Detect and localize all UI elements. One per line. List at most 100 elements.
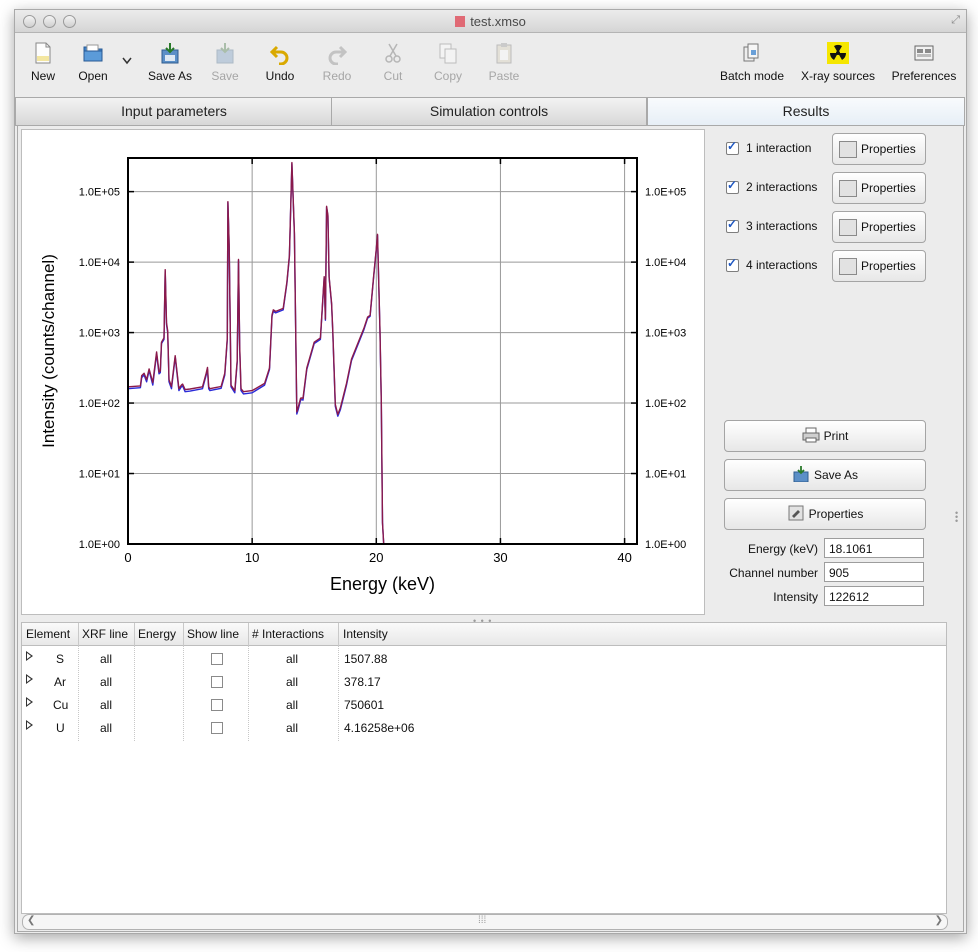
- open-recent-dropdown[interactable]: [121, 53, 133, 68]
- show-line-checkbox[interactable]: [211, 699, 223, 711]
- properties-label: Properties: [861, 259, 916, 273]
- properties-icon: [788, 505, 804, 521]
- energy-label: Energy (keV): [747, 542, 818, 556]
- open-button[interactable]: Open: [75, 41, 111, 83]
- open-label: Open: [78, 69, 108, 83]
- document-icon: [455, 16, 466, 27]
- show-line-checkbox[interactable]: [211, 653, 223, 665]
- expand-triangle-icon[interactable]: [26, 651, 33, 661]
- interaction-1-properties-button[interactable]: Properties: [832, 133, 926, 165]
- y-tick-label-left: 1.0E+01: [79, 469, 120, 481]
- xrf-line-cell: all: [100, 698, 113, 712]
- new-label: New: [30, 69, 55, 83]
- xray-sources-label: X-ray sources: [800, 69, 876, 83]
- window-title-text: test.xmso: [470, 14, 526, 29]
- batch-mode-label: Batch mode: [719, 69, 785, 83]
- y-tick-label-right: 1.0E+05: [645, 187, 686, 199]
- expand-triangle-icon[interactable]: [26, 720, 33, 730]
- results-content: 0 10 20 30 40 1.0E+00 1.0E+00 1.0E+01 1.0E+01 1.0…: [17, 125, 964, 932]
- x-tick-label: 20: [369, 550, 383, 565]
- copy-button[interactable]: Copy: [431, 41, 465, 83]
- properties-icon: [839, 141, 857, 158]
- energy-field[interactable]: 18.1061: [824, 538, 924, 558]
- paste-label: Paste: [488, 69, 520, 83]
- interaction-2-properties-button[interactable]: Properties: [832, 172, 926, 204]
- scrollbar-grip[interactable]: ⁞⁞⁞: [478, 915, 486, 926]
- col-show-line-header[interactable]: Show line: [187, 627, 239, 641]
- xrf-line-cell: all: [100, 652, 113, 666]
- scroll-left-arrow-icon[interactable]: ❮: [27, 915, 35, 926]
- redo-icon: [328, 45, 348, 65]
- col-interactions-header[interactable]: # Interactions: [252, 627, 324, 641]
- side-splitter-handle[interactable]: • • •: [955, 509, 958, 526]
- new-document-icon: [35, 42, 51, 64]
- interaction-1-checkbox[interactable]: [726, 139, 739, 155]
- cut-button[interactable]: Cut: [379, 41, 407, 83]
- col-intensity-header[interactable]: Intensity: [343, 627, 388, 641]
- batch-files-icon: [743, 43, 759, 62]
- expand-triangle-icon[interactable]: [26, 674, 33, 684]
- spectrum-chart[interactable]: 0 10 20 30 40 1.0E+00 1.0E+00 1.0E+01 1.0E+01 1.0…: [22, 130, 704, 614]
- save-as-icon: [161, 43, 179, 64]
- xrf-line-cell: all: [100, 721, 113, 735]
- properties-icon: [839, 219, 857, 236]
- col-energy-header[interactable]: Energy: [138, 627, 176, 641]
- plot-properties-button[interactable]: Properties: [724, 498, 926, 530]
- tab-input-parameters[interactable]: Input parameters: [15, 97, 333, 126]
- batch-mode-button[interactable]: Batch mode: [717, 41, 787, 83]
- interaction-4-checkbox[interactable]: [726, 256, 739, 272]
- y-tick-label-left: 1.0E+00: [79, 539, 120, 551]
- intensity-cell: 378.17: [344, 675, 381, 689]
- tab-results[interactable]: Results: [647, 97, 965, 126]
- preferences-label: Preferences: [891, 69, 957, 83]
- save-label: Save: [211, 69, 239, 83]
- new-button[interactable]: New: [29, 41, 57, 83]
- y-tick-label-left: 1.0E+03: [79, 328, 120, 340]
- channel-number-label: Channel number: [729, 566, 818, 580]
- col-element-header[interactable]: Element: [26, 627, 70, 641]
- save-as-button[interactable]: Save As: [145, 41, 195, 83]
- interaction-4-label: 4 interactions: [746, 258, 818, 272]
- undo-button[interactable]: Undo: [263, 41, 297, 83]
- save-as-results-button[interactable]: Save As: [724, 459, 926, 491]
- preferences-button[interactable]: Preferences: [889, 41, 959, 83]
- interaction-3-properties-button[interactable]: Properties: [832, 211, 926, 243]
- horizontal-scrollbar[interactable]: ❮ ⁞⁞⁞ ❯: [22, 914, 948, 930]
- element-cell: Cu: [53, 698, 69, 712]
- interaction-3-checkbox[interactable]: [726, 217, 739, 233]
- tab-simulation-controls[interactable]: Simulation controls: [331, 97, 647, 126]
- intensity-field[interactable]: 122612: [824, 586, 924, 606]
- print-button[interactable]: Print: [724, 420, 926, 452]
- y-tick-label-right: 1.0E+02: [645, 398, 686, 410]
- table-row[interactable]: S all all 1507.88: [22, 647, 946, 670]
- table-row[interactable]: Ar all all 378.17: [22, 670, 946, 693]
- interaction-2-checkbox[interactable]: [726, 178, 739, 194]
- preferences-icon: [914, 45, 934, 61]
- copy-label: Copy: [433, 69, 462, 83]
- spectrum-plot[interactable]: 0 10 20 30 40 1.0E+00 1.0E+00 1.0E+01 1.0E+01 1.0…: [21, 129, 705, 615]
- undo-label: Undo: [265, 69, 295, 83]
- tab-label: Input parameters: [121, 103, 227, 119]
- element-cell: U: [56, 721, 65, 735]
- cut-label: Cut: [383, 69, 403, 83]
- column-separator: [183, 623, 184, 645]
- paste-button[interactable]: Paste: [487, 41, 521, 83]
- xray-sources-button[interactable]: X-ray sources: [795, 41, 881, 83]
- x-axis-label: Energy (keV): [330, 574, 435, 594]
- col-xrf-line-header[interactable]: XRF line: [82, 627, 128, 641]
- properties-label: Properties: [861, 142, 916, 156]
- scroll-right-arrow-icon[interactable]: ❯: [935, 915, 943, 926]
- show-line-checkbox[interactable]: [211, 722, 223, 734]
- tab-label: Simulation controls: [429, 103, 549, 119]
- intensity-cell: 750601: [344, 698, 385, 712]
- show-line-checkbox[interactable]: [211, 676, 223, 688]
- save-button[interactable]: Save: [211, 41, 239, 83]
- channel-number-field[interactable]: 905: [824, 562, 924, 582]
- expand-triangle-icon[interactable]: [26, 697, 33, 707]
- table-row[interactable]: U all all 4.16258e+06: [22, 716, 946, 739]
- redo-button[interactable]: Redo: [320, 41, 354, 83]
- table-row[interactable]: Cu all all 750601: [22, 693, 946, 716]
- column-separator: [78, 623, 79, 645]
- interaction-4-properties-button[interactable]: Properties: [832, 250, 926, 282]
- fullscreen-icon[interactable]: ⤢: [951, 14, 960, 27]
